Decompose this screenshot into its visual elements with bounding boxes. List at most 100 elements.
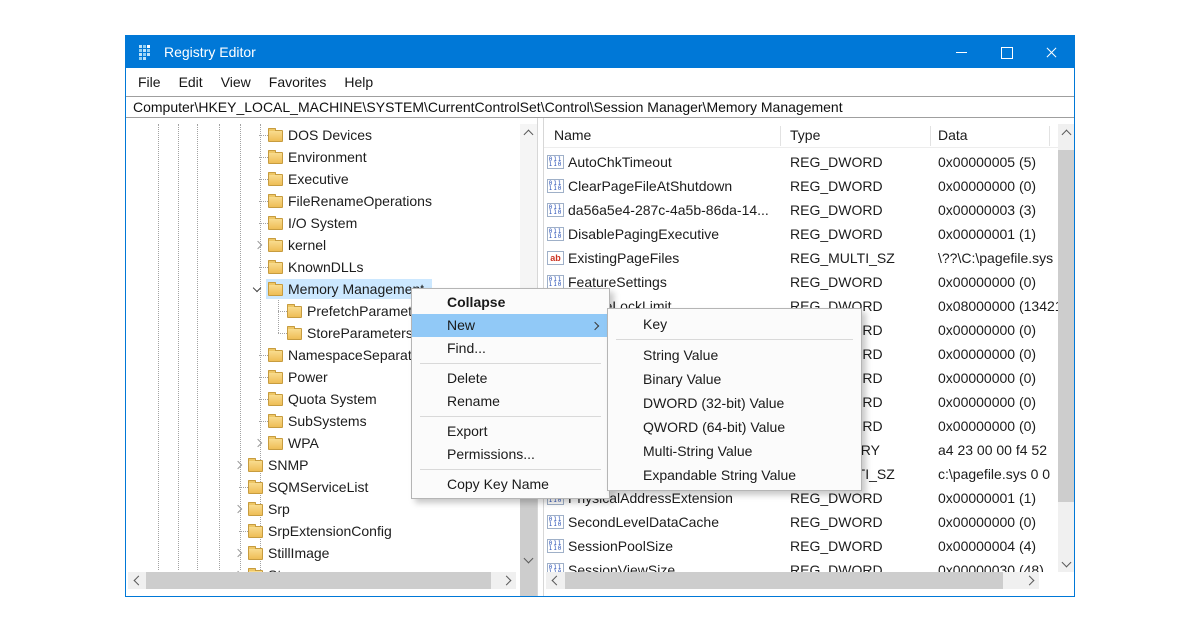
submenu-item-string-value[interactable]: String Value xyxy=(608,343,861,367)
window-title: Registry Editor xyxy=(164,44,256,60)
menu-separator xyxy=(616,339,853,340)
list-header: Name Type Data xyxy=(544,124,1058,148)
title-bar[interactable]: Registry Editor xyxy=(126,36,1074,68)
context-menu-item-new[interactable]: New xyxy=(412,314,609,337)
folder-icon xyxy=(248,526,263,538)
tree-horizontal-scrollbar[interactable] xyxy=(128,572,516,589)
tree-item[interactable]: KnownDLLs xyxy=(126,256,520,278)
column-separator[interactable] xyxy=(780,126,781,146)
column-header-data[interactable]: Data xyxy=(938,127,968,143)
tree-item[interactable]: FileRenameOperations xyxy=(126,190,520,212)
tree-item[interactable]: SrpExtensionConfig xyxy=(126,520,520,542)
submenu-item-key[interactable]: Key xyxy=(608,312,861,336)
address-input[interactable] xyxy=(126,97,1074,117)
column-header-name[interactable]: Name xyxy=(554,127,591,143)
maximize-button[interactable] xyxy=(984,36,1029,68)
list-horizontal-scrollbar[interactable] xyxy=(546,572,1039,589)
tree-item[interactable]: Environment xyxy=(126,146,520,168)
column-separator[interactable] xyxy=(1049,126,1050,146)
scroll-down-arrow[interactable] xyxy=(1058,555,1074,572)
chevron-right-icon[interactable] xyxy=(252,432,266,454)
scroll-down-arrow[interactable] xyxy=(520,551,537,568)
menu-separator xyxy=(420,363,601,364)
folder-icon xyxy=(268,284,283,296)
chevron-right-icon[interactable] xyxy=(232,564,246,572)
dword-icon: 011110 xyxy=(547,203,564,217)
submenu-item-dword-value[interactable]: DWORD (32-bit) Value xyxy=(608,391,861,415)
registry-value-row[interactable]: 011110SessionViewSizeREG_DWORD0x00000030… xyxy=(544,558,1058,572)
tree-item[interactable]: I/O System xyxy=(126,212,520,234)
desktop: Registry Editor File Edit View Favorites… xyxy=(0,0,1200,628)
close-button[interactable] xyxy=(1029,36,1074,68)
chevron-right-icon[interactable] xyxy=(252,234,266,256)
context-menu-item-copy-key-name[interactable]: Copy Key Name xyxy=(412,473,609,496)
chevron-right-icon[interactable] xyxy=(232,498,246,520)
context-menu-item-collapse[interactable]: Collapse xyxy=(412,291,609,314)
scroll-left-arrow[interactable] xyxy=(128,572,145,589)
tree-item[interactable]: kernel xyxy=(126,234,520,256)
registry-app-icon xyxy=(139,45,154,60)
folder-icon xyxy=(248,482,263,494)
registry-value-row[interactable]: 011110FeatureSettingsREG_DWORD0x00000000… xyxy=(544,270,1058,294)
menu-file[interactable]: File xyxy=(129,74,170,90)
address-bar xyxy=(126,96,1074,118)
submenu-item-qword-value[interactable]: QWORD (64-bit) Value xyxy=(608,415,861,439)
submenu-item-expandable-string-value[interactable]: Expandable String Value xyxy=(608,463,861,487)
registry-value-row[interactable]: 011110ClearPageFileAtShutdownREG_DWORD0x… xyxy=(544,174,1058,198)
registry-value-row[interactable]: 011110da56a5e4-287c-4a5b-86da-14...REG_D… xyxy=(544,198,1058,222)
list-vertical-scrollbar[interactable] xyxy=(1058,124,1074,572)
context-menu-item-delete[interactable]: Delete xyxy=(412,367,609,390)
column-header-type[interactable]: Type xyxy=(790,127,820,143)
tree-item[interactable]: Storage xyxy=(126,564,520,572)
folder-icon xyxy=(268,130,283,142)
chevron-right-icon[interactable] xyxy=(232,542,246,564)
scroll-right-arrow[interactable] xyxy=(1022,572,1039,589)
registry-value-row[interactable]: 011110AutoChkTimeoutREG_DWORD0x00000005 … xyxy=(544,150,1058,174)
folder-icon xyxy=(268,196,283,208)
scroll-right-arrow[interactable] xyxy=(499,572,516,589)
menu-edit[interactable]: Edit xyxy=(170,74,212,90)
folder-icon xyxy=(268,394,283,406)
chevron-right-icon[interactable] xyxy=(232,454,246,476)
scroll-up-arrow[interactable] xyxy=(1058,124,1074,141)
menu-favorites[interactable]: Favorites xyxy=(260,74,336,90)
tree-item[interactable]: DOS Devices xyxy=(126,124,520,146)
folder-icon xyxy=(268,372,283,384)
menu-separator xyxy=(420,469,601,470)
registry-value-row[interactable]: 011110SecondLevelDataCacheREG_DWORD0x000… xyxy=(544,510,1058,534)
minimize-button[interactable] xyxy=(939,36,984,68)
chevron-down-icon[interactable] xyxy=(252,278,266,300)
registry-value-row[interactable]: 011110SessionPoolSizeREG_DWORD0x00000004… xyxy=(544,534,1058,558)
scrollbar-thumb[interactable] xyxy=(146,572,491,589)
dword-icon: 011110 xyxy=(547,539,564,553)
scroll-up-arrow[interactable] xyxy=(520,124,537,141)
folder-icon xyxy=(268,152,283,164)
string-icon: ab xyxy=(547,251,564,265)
dword-icon: 011110 xyxy=(547,155,564,169)
folder-icon xyxy=(287,306,302,318)
resize-grip[interactable] xyxy=(1069,587,1072,590)
menu-help[interactable]: Help xyxy=(335,74,382,90)
context-menu-item-permissions[interactable]: Permissions... xyxy=(412,443,609,466)
context-menu-item-rename[interactable]: Rename xyxy=(412,390,609,413)
context-menu-item-export[interactable]: Export xyxy=(412,420,609,443)
tree-item[interactable]: StillImage xyxy=(126,542,520,564)
scrollbar-thumb[interactable] xyxy=(565,572,1003,589)
tree-item[interactable]: Executive xyxy=(126,168,520,190)
submenu-item-binary-value[interactable]: Binary Value xyxy=(608,367,861,391)
dword-icon: 011110 xyxy=(547,179,564,193)
tree-item[interactable]: Srp xyxy=(126,498,520,520)
submenu-item-multi-string-value[interactable]: Multi-String Value xyxy=(608,439,861,463)
folder-icon xyxy=(268,262,283,274)
scrollbar-thumb[interactable] xyxy=(1058,150,1074,502)
new-submenu: Key String Value Binary Value DWORD (32-… xyxy=(607,308,862,491)
menu-view[interactable]: View xyxy=(212,74,260,90)
registry-value-row[interactable]: 011110DisablePagingExecutiveREG_DWORD0x0… xyxy=(544,222,1058,246)
column-separator[interactable] xyxy=(930,126,931,146)
registry-value-row[interactable]: abExistingPageFilesREG_MULTI_SZ\??\C:\pa… xyxy=(544,246,1058,270)
menu-bar: File Edit View Favorites Help xyxy=(126,68,1074,96)
dword-icon: 011110 xyxy=(547,275,564,289)
context-menu-item-find[interactable]: Find... xyxy=(412,337,609,360)
scroll-left-arrow[interactable] xyxy=(546,572,563,589)
folder-icon xyxy=(248,504,263,516)
